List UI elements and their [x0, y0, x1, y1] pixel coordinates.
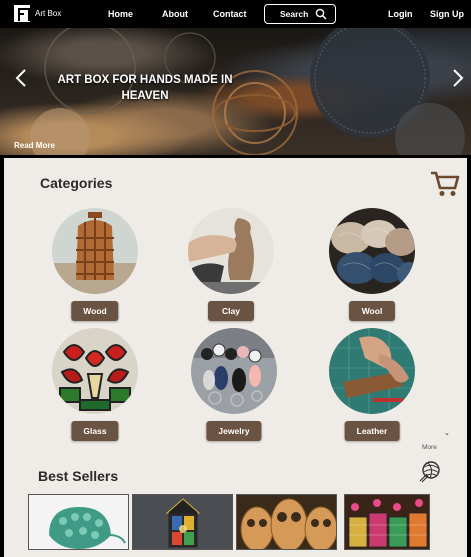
category-leather[interactable]: Leather: [328, 328, 416, 441]
beaded-jewelry-image[interactable]: [191, 328, 277, 414]
leather-craft-image[interactable]: [329, 328, 415, 414]
category-jewelry[interactable]: Jewelry: [190, 328, 278, 441]
search-button[interactable]: Search: [264, 4, 336, 24]
category-glass-button[interactable]: Glass: [71, 421, 119, 441]
login-link[interactable]: Login: [388, 9, 413, 19]
best-seller-glass-lantern[interactable]: [132, 494, 233, 550]
best-seller-woven-baskets[interactable]: [344, 494, 430, 550]
crochet-pouch-image: [29, 495, 128, 549]
best-seller-crochet-pouch[interactable]: [28, 494, 129, 550]
stained-glass-image[interactable]: [52, 328, 138, 414]
hero-banner: ART BOX FOR HANDS MADE IN HEAVEN Read Mo…: [0, 28, 471, 155]
search-label: Search: [280, 9, 309, 19]
best-sellers-heading: Best Sellers: [38, 468, 119, 484]
best-seller-wooden-owls[interactable]: [236, 494, 337, 550]
hero-prev-arrow-icon[interactable]: [14, 68, 28, 88]
logo[interactable]: Art Box: [14, 5, 61, 22]
wooden-owls-image: [237, 495, 336, 549]
top-nav: Art Box Home About Contact Search Login …: [0, 0, 471, 28]
glass-lantern-image: [133, 495, 232, 549]
category-wood-button[interactable]: Wood: [71, 301, 119, 321]
hero-next-arrow-icon[interactable]: [451, 68, 465, 88]
nav-contact-link[interactable]: Contact: [213, 9, 247, 19]
hero-title: ART BOX FOR HANDS MADE IN HEAVEN: [57, 74, 233, 102]
wool-yarn-image[interactable]: [329, 208, 415, 294]
category-glass[interactable]: Glass: [51, 328, 139, 441]
category-wood[interactable]: Wood: [51, 208, 139, 321]
woven-baskets-image: [345, 495, 429, 549]
clay-pottery-image[interactable]: [188, 208, 274, 294]
nav-home-link[interactable]: Home: [108, 9, 133, 19]
logo-mark-icon: [14, 5, 30, 22]
categories-heading: Categories: [40, 175, 113, 191]
nav-about-link[interactable]: About: [162, 9, 188, 19]
category-clay[interactable]: Clay: [187, 208, 275, 321]
category-wool-button[interactable]: Wool: [349, 301, 395, 321]
yarn-ball-icon[interactable]: [418, 459, 442, 483]
chevron-down-icon[interactable]: ⌄: [444, 429, 450, 437]
read-more-link[interactable]: Read More: [14, 141, 55, 150]
category-jewelry-button[interactable]: Jewelry: [206, 421, 262, 441]
main-panel: Categories Wood Clay Wool Glass Jewelry …: [4, 158, 467, 557]
category-wool[interactable]: Wool: [328, 208, 416, 321]
logo-text: Art Box: [35, 9, 62, 18]
more-link[interactable]: More: [422, 444, 437, 451]
cart-icon[interactable]: [430, 170, 460, 198]
signup-link[interactable]: Sign Up: [430, 9, 464, 19]
wood-lantern-image[interactable]: [52, 208, 138, 294]
category-leather-button[interactable]: Leather: [344, 421, 400, 441]
category-clay-button[interactable]: Clay: [208, 301, 254, 321]
search-icon: [315, 8, 327, 20]
